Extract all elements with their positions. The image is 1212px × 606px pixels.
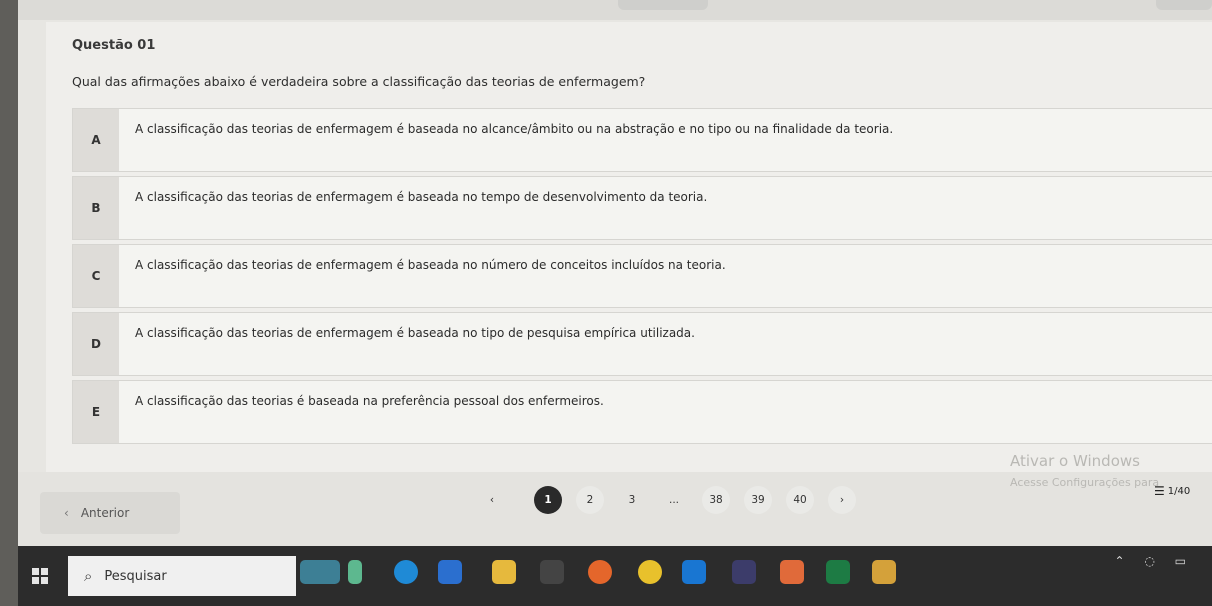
firefox-icon[interactable]	[588, 560, 612, 584]
page-40-button[interactable]: 40	[786, 486, 814, 514]
option-a[interactable]: A A classificação das teorias de enferma…	[72, 108, 1212, 172]
outlook-icon[interactable]	[682, 560, 706, 584]
option-letter: C	[73, 245, 119, 307]
calculator-icon[interactable]	[540, 560, 564, 584]
top-tab-button[interactable]	[618, 0, 708, 10]
pager-next-button[interactable]: ›	[828, 486, 856, 514]
folder-icon[interactable]	[492, 560, 516, 584]
option-c[interactable]: C A classificação das teorias de enferma…	[72, 244, 1212, 308]
activation-watermark-subtitle: Acesse Configurações para	[1010, 476, 1160, 489]
page-3-button[interactable]: 3	[618, 486, 646, 514]
photos-icon[interactable]	[872, 560, 896, 584]
taskbar: ⌕ Pesquisar ⌃ ◌ ▭	[18, 546, 1212, 606]
pagination: ‹ 1 2 3 ... 38 39 40 ›	[478, 486, 878, 514]
windows-start-icon[interactable]	[32, 568, 48, 584]
option-letter: E	[73, 381, 119, 443]
search-icon: ⌕	[84, 567, 93, 585]
weather-icon[interactable]	[300, 560, 340, 584]
question-counter[interactable]: ☰ 1/40	[1154, 484, 1190, 498]
option-text: A classificação das teorias é baseada na…	[135, 394, 604, 408]
option-letter: A	[73, 109, 119, 171]
option-text: A classificação das teorias de enfermage…	[135, 190, 708, 204]
option-letter: D	[73, 313, 119, 375]
page-1-button[interactable]: 1	[534, 486, 562, 514]
store-icon[interactable]	[438, 560, 462, 584]
option-text: A classificação das teorias de enfermage…	[135, 258, 726, 272]
top-strip	[18, 0, 1212, 20]
system-tray[interactable]: ⌃ ◌ ▭	[1115, 554, 1195, 568]
previous-label: Anterior	[80, 506, 130, 520]
taskbar-search[interactable]: ⌕ Pesquisar	[68, 556, 296, 596]
chevron-left-icon: ‹	[64, 506, 69, 520]
edge-icon[interactable]	[394, 560, 418, 584]
pager-prev-button[interactable]: ‹	[478, 486, 506, 514]
pager-ellipsis: ...	[668, 494, 679, 506]
top-corner-button[interactable]	[1156, 0, 1212, 10]
page-38-button[interactable]: 38	[702, 486, 730, 514]
activation-watermark-title: Ativar o Windows	[1010, 452, 1140, 470]
counter-text: 1/40	[1167, 485, 1191, 497]
page-2-button[interactable]: 2	[576, 486, 604, 514]
excel-icon[interactable]	[826, 560, 850, 584]
option-text: A classificação das teorias de enfermage…	[135, 326, 695, 340]
app-icon[interactable]	[780, 560, 804, 584]
chrome-icon[interactable]	[638, 560, 662, 584]
option-text: A classificação das teorias de enfermage…	[135, 122, 894, 136]
previous-button[interactable]: ‹ Anterior	[40, 492, 180, 534]
question-title: Questão 01	[72, 38, 156, 53]
option-e[interactable]: E A classificação das teorias é baseada …	[72, 380, 1212, 444]
option-d[interactable]: D A classificação das teorias de enferma…	[72, 312, 1212, 376]
option-letter: B	[73, 177, 119, 239]
page-39-button[interactable]: 39	[744, 486, 772, 514]
question-text: Qual das afirmações abaixo é verdadeira …	[72, 74, 646, 89]
file-icon[interactable]	[348, 560, 362, 584]
media-icon[interactable]	[732, 560, 756, 584]
option-b[interactable]: B A classificação das teorias de enferma…	[72, 176, 1212, 240]
search-placeholder: Pesquisar	[104, 568, 167, 584]
